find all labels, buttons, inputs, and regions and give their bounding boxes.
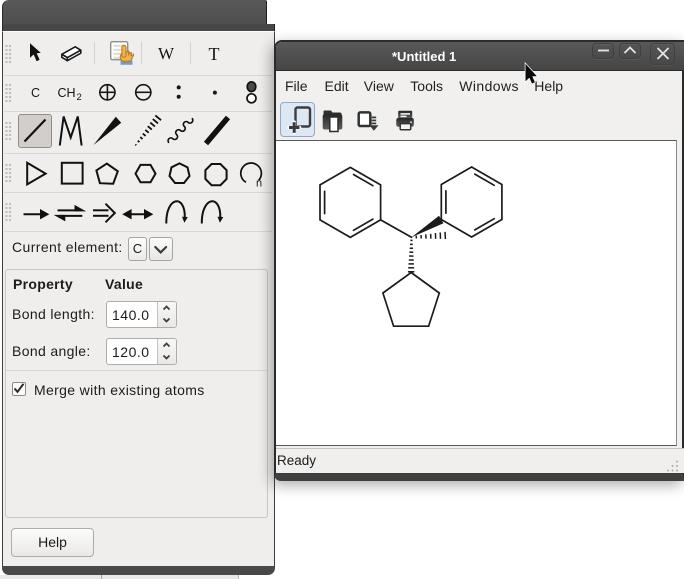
svg-text:2: 2 (77, 92, 82, 103)
svg-text:T: T (209, 44, 220, 64)
svg-text:CH: CH (57, 86, 75, 100)
svg-text:C: C (31, 86, 40, 100)
svg-text:W: W (158, 44, 175, 63)
svg-text:n: n (256, 178, 262, 190)
